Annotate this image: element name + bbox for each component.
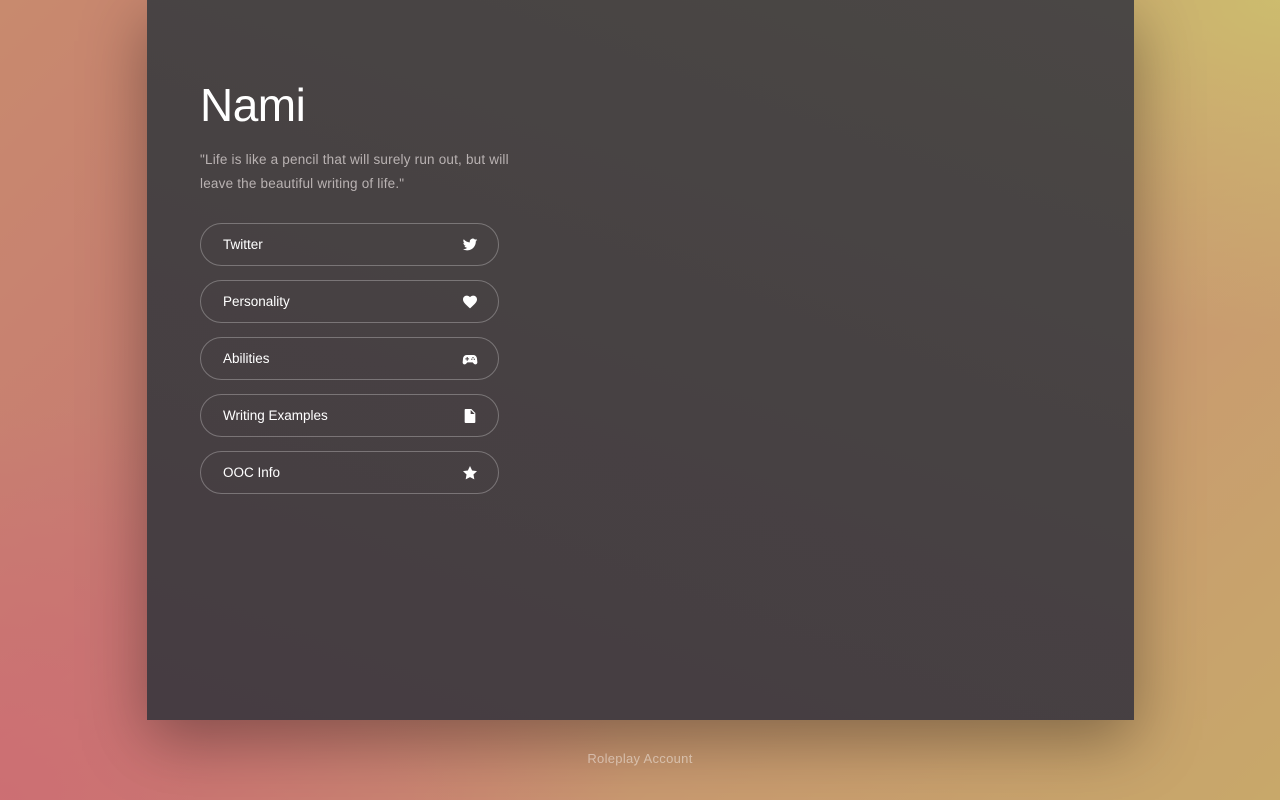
- profile-panel: Nami "Life is like a pencil that will su…: [147, 0, 1134, 720]
- nav-item-abilities[interactable]: Abilities: [200, 337, 499, 380]
- nav-item-twitter[interactable]: Twitter: [200, 223, 499, 266]
- heart-icon: [462, 294, 478, 310]
- document-icon: [462, 408, 478, 424]
- nav-item-personality[interactable]: Personality: [200, 280, 499, 323]
- nav-item-writing-examples[interactable]: Writing Examples: [200, 394, 499, 437]
- gamepad-icon: [462, 351, 478, 367]
- page-title: Nami: [200, 79, 306, 131]
- twitter-icon: [462, 237, 478, 253]
- nav-item-label: Personality: [223, 294, 290, 309]
- star-icon: [462, 465, 478, 481]
- profile-quote: "Life is like a pencil that will surely …: [200, 152, 509, 191]
- nav-item-label: Abilities: [223, 351, 270, 366]
- nav-item-label: OOC Info: [223, 465, 281, 480]
- footer-text: Roleplay Account: [587, 751, 693, 766]
- link-menu: Twitter Personality Abilities Writing Ex…: [200, 223, 499, 508]
- nav-item-label: Writing Examples: [223, 408, 328, 423]
- nav-item-ooc-info[interactable]: OOC Info: [200, 451, 499, 494]
- nav-item-label: Twitter: [223, 237, 263, 252]
